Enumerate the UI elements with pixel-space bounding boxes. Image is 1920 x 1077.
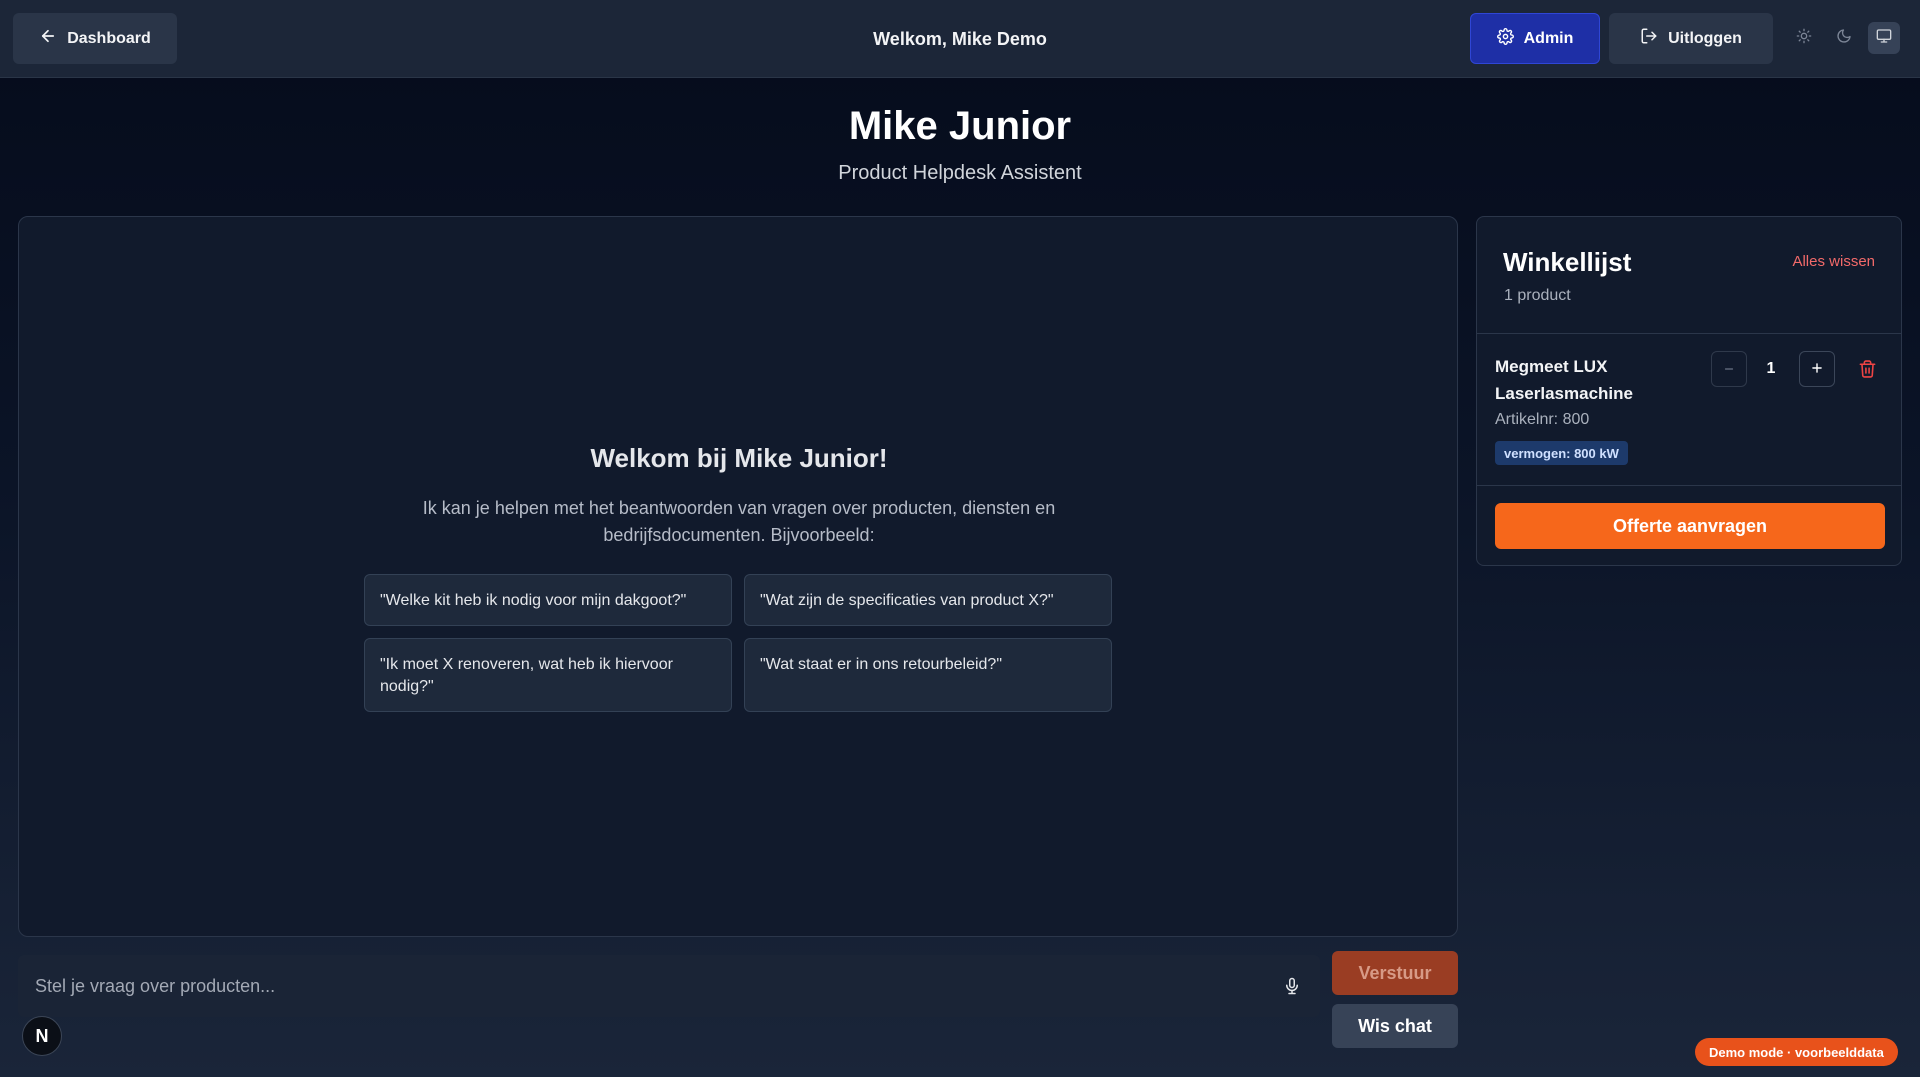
- clear-chat-button[interactable]: Wis chat: [1332, 1004, 1458, 1048]
- monitor-icon: [1876, 28, 1892, 49]
- send-button[interactable]: Verstuur: [1332, 951, 1458, 995]
- suggestion-chip[interactable]: "Wat zijn de specificaties van product X…: [744, 574, 1112, 626]
- microphone-icon[interactable]: [1280, 973, 1304, 999]
- moon-icon: [1836, 28, 1852, 49]
- quantity-value: 1: [1766, 360, 1776, 377]
- product-article-number: Artikelnr: 800: [1495, 411, 1590, 428]
- chat-input-container: [18, 955, 1320, 1017]
- admin-button[interactable]: Admin: [1470, 13, 1600, 64]
- theme-light-button[interactable]: [1788, 22, 1820, 54]
- increase-quantity-button[interactable]: [1799, 351, 1835, 387]
- admin-button-label: Admin: [1523, 29, 1574, 47]
- product-name: Megmeet LUX Laserlasmachine: [1495, 357, 1633, 403]
- trash-icon[interactable]: [1855, 357, 1879, 381]
- clear-all-button[interactable]: Alles wissen: [1792, 253, 1875, 270]
- minus-icon: [1723, 358, 1735, 381]
- logout-button-label: Uitloggen: [1668, 29, 1742, 47]
- suggestion-chip[interactable]: "Ik moet X renoveren, wat heb ik hiervoo…: [364, 638, 732, 712]
- demo-mode-badge: Demo mode · voorbeelddata: [1695, 1038, 1898, 1066]
- shopping-list-panel: Winkellijst 1 product Alles wissen Megme…: [1476, 216, 1902, 566]
- page-title: Mike Junior: [848, 104, 1072, 148]
- gear-icon: [1496, 27, 1514, 50]
- suggestion-chip[interactable]: "Welke kit heb ik nodig voor mijn dakgoo…: [364, 574, 732, 626]
- theme-system-button[interactable]: [1868, 22, 1900, 54]
- chat-welcome-title: Welkom bij Mike Junior!: [590, 443, 888, 473]
- shopping-list-count: 1 product: [1504, 287, 1571, 304]
- top-bar: Dashboard Welkom, Mike Demo Admin Uitlog…: [0, 0, 1920, 78]
- shopping-list-title: Winkellijst: [1503, 247, 1632, 277]
- app-badge[interactable]: N: [22, 1016, 62, 1056]
- sun-icon: [1796, 28, 1812, 49]
- request-quote-button[interactable]: Offerte aanvragen: [1495, 503, 1885, 549]
- divider: [1477, 333, 1901, 334]
- page-subtitle: Product Helpdesk Assistent: [838, 162, 1082, 184]
- divider: [1477, 485, 1901, 486]
- chat-panel: Welkom bij Mike Junior! Ik kan je helpen…: [18, 216, 1458, 937]
- logout-icon: [1640, 27, 1658, 50]
- plus-icon: [1810, 358, 1824, 381]
- chat-intro-text: Ik kan je helpen met het beantwoorden va…: [422, 498, 1056, 545]
- arrow-left-icon: [39, 27, 57, 50]
- suggestion-chip[interactable]: "Wat staat er in ons retourbeleid?": [744, 638, 1112, 712]
- theme-dark-button[interactable]: [1828, 22, 1860, 54]
- logout-button[interactable]: Uitloggen: [1609, 13, 1773, 64]
- dashboard-button[interactable]: Dashboard: [13, 13, 177, 64]
- dashboard-button-label: Dashboard: [67, 29, 151, 47]
- decrease-quantity-button[interactable]: [1711, 351, 1747, 387]
- product-spec-tag: vermogen: 800 kW: [1495, 441, 1628, 465]
- chat-input[interactable]: [18, 955, 1258, 1017]
